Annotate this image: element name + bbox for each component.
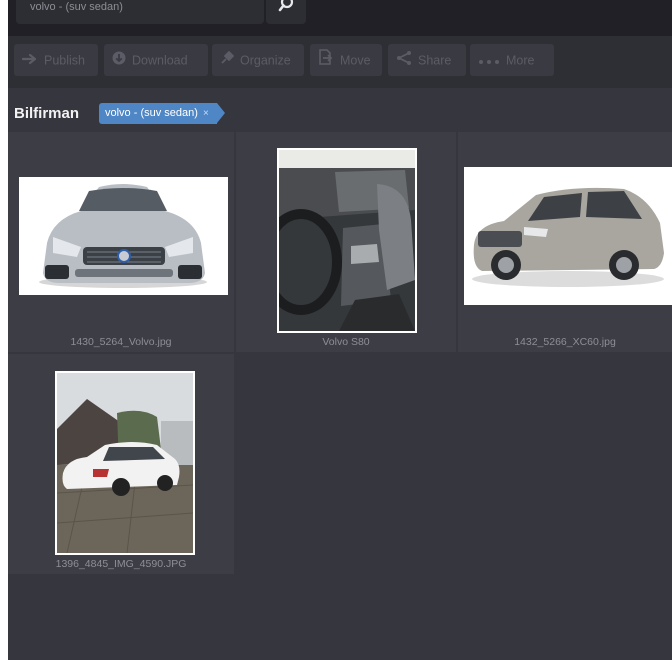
download-label: Download (132, 53, 188, 68)
asset-thumbnail[interactable] (19, 177, 228, 295)
move-icon (318, 45, 334, 77)
asset-tile[interactable]: Volvo S80 (236, 132, 456, 352)
move-label: Move (340, 53, 371, 68)
search-button[interactable] (266, 0, 306, 24)
asset-thumbnail[interactable] (55, 371, 195, 555)
asset-caption: 1430_5264_Volvo.jpg (70, 336, 172, 348)
search-bar: volvo - (suv sedan) (8, 0, 672, 36)
asset-tile[interactable]: 1430_5264_Volvo.jpg (8, 132, 234, 352)
more-dots-icon (478, 45, 500, 77)
organize-pin-icon (220, 45, 234, 77)
download-icon (112, 45, 126, 77)
asset-thumbnail[interactable] (464, 167, 672, 305)
search-input[interactable]: volvo - (suv sedan) (16, 0, 264, 24)
search-icon (278, 0, 294, 12)
volvo-xc60-image (464, 167, 672, 305)
folder-title: Bilfirman (14, 105, 80, 122)
volvo-s80-interior-image (279, 150, 415, 331)
share-icon (396, 45, 412, 77)
publish-button[interactable]: Publish (14, 44, 98, 76)
tag-remove-icon[interactable]: × (203, 108, 209, 119)
media-library-app: volvo - (suv sedan) Publish Download Org… (8, 0, 672, 660)
asset-tile[interactable]: 1396_4845_IMG_4590.JPG (8, 354, 234, 574)
share-label: Share (418, 53, 452, 68)
asset-caption: Volvo S80 (322, 336, 370, 348)
organize-button[interactable]: Organize (212, 44, 304, 76)
filter-tag-label: volvo - (suv sedan) (105, 107, 198, 119)
download-button[interactable]: Download (104, 44, 208, 76)
publish-label: Publish (44, 53, 85, 68)
volvo-sedan-front-image (19, 177, 228, 295)
organize-label: Organize (240, 53, 291, 68)
toolbar: Publish Download Organize Move Share Mor (8, 36, 672, 88)
asset-tile[interactable]: 1432_5266_XC60.jpg (458, 132, 672, 352)
asset-grid: 1430_5264_Volvo.jpg Volvo S80 1432_5266_… (8, 132, 672, 660)
share-button[interactable]: Share (388, 44, 466, 76)
more-label: More (506, 53, 535, 68)
search-value: volvo - (suv sedan) (30, 1, 123, 13)
move-button[interactable]: Move (310, 44, 382, 76)
asset-thumbnail[interactable] (277, 148, 417, 333)
more-button[interactable]: More (470, 44, 554, 76)
publish-arrow-icon (21, 45, 38, 77)
white-volvo-driveway-image (57, 373, 193, 553)
asset-caption: 1432_5266_XC60.jpg (514, 336, 616, 348)
asset-caption: 1396_4845_IMG_4590.JPG (55, 558, 187, 570)
filter-tag[interactable]: volvo - (suv sedan) × (99, 103, 225, 124)
folder-header: Bilfirman volvo - (suv sedan) × (8, 88, 672, 132)
